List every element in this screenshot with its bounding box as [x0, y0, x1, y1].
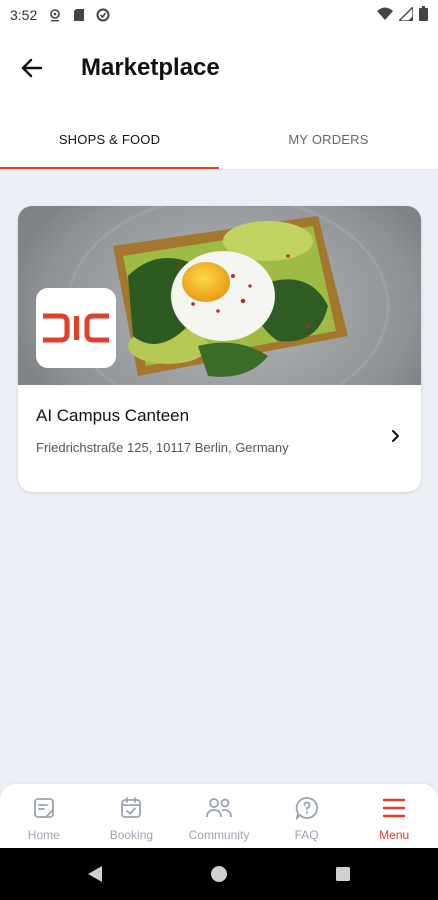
nav-label-menu: Menu	[379, 828, 410, 842]
nav-booking[interactable]: Booking	[88, 784, 176, 848]
calendar-check-icon	[117, 794, 145, 822]
tab-shops-food[interactable]: SHOPS & FOOD	[0, 108, 219, 170]
tab-bar: SHOPS & FOOD MY ORDERS	[0, 108, 438, 170]
nav-home[interactable]: Home	[0, 784, 88, 848]
location-icon	[47, 7, 63, 23]
nav-faq[interactable]: FAQ	[263, 784, 351, 848]
sd-card-icon	[71, 7, 87, 23]
arrow-left-icon	[21, 58, 43, 78]
tab-my-orders[interactable]: MY ORDERS	[219, 108, 438, 170]
nav-label-faq: FAQ	[294, 828, 319, 842]
shop-logo	[36, 288, 116, 368]
signal-icon	[397, 4, 414, 24]
nav-menu[interactable]: Menu	[350, 784, 438, 848]
dic-logo	[43, 313, 109, 343]
shop-address: Friedrichstraße 125, 10117 Berlin, Germa…	[36, 440, 289, 455]
nav-community[interactable]: Community	[175, 784, 263, 848]
system-home-button[interactable]	[207, 862, 231, 886]
circle-home-icon	[211, 866, 227, 882]
nav-label-home: Home	[27, 828, 60, 842]
hamburger-menu-icon	[380, 794, 408, 822]
shop-name: AI Campus Canteen	[36, 406, 190, 425]
system-recents-button[interactable]	[331, 862, 355, 886]
app-bar: Marketplace	[0, 30, 438, 108]
back-button[interactable]	[16, 52, 48, 84]
system-nav-bar	[0, 848, 438, 900]
nav-label-community: Community	[188, 828, 250, 842]
triangle-back-icon	[88, 866, 102, 882]
chevron-right-icon	[387, 428, 403, 444]
people-icon	[205, 794, 233, 822]
tab-divider	[0, 169, 438, 170]
wifi-icon	[377, 7, 393, 24]
battery-icon	[419, 6, 428, 24]
system-back-button[interactable]	[83, 862, 107, 886]
home-note-icon	[30, 794, 58, 822]
status-time: 3:52	[10, 7, 38, 23]
square-recents-icon	[336, 867, 350, 881]
bottom-nav: Home Booking Community FAQ Menu	[0, 784, 438, 848]
question-bubble-icon	[293, 794, 321, 822]
status-bar: 3:52	[0, 0, 438, 30]
data-saver-icon	[95, 7, 111, 23]
shop-card[interactable]: AI Campus Canteen Friedrichstraße 125, 1…	[18, 206, 421, 492]
nav-label-booking: Booking	[109, 828, 154, 842]
page-title: Marketplace	[81, 54, 220, 81]
